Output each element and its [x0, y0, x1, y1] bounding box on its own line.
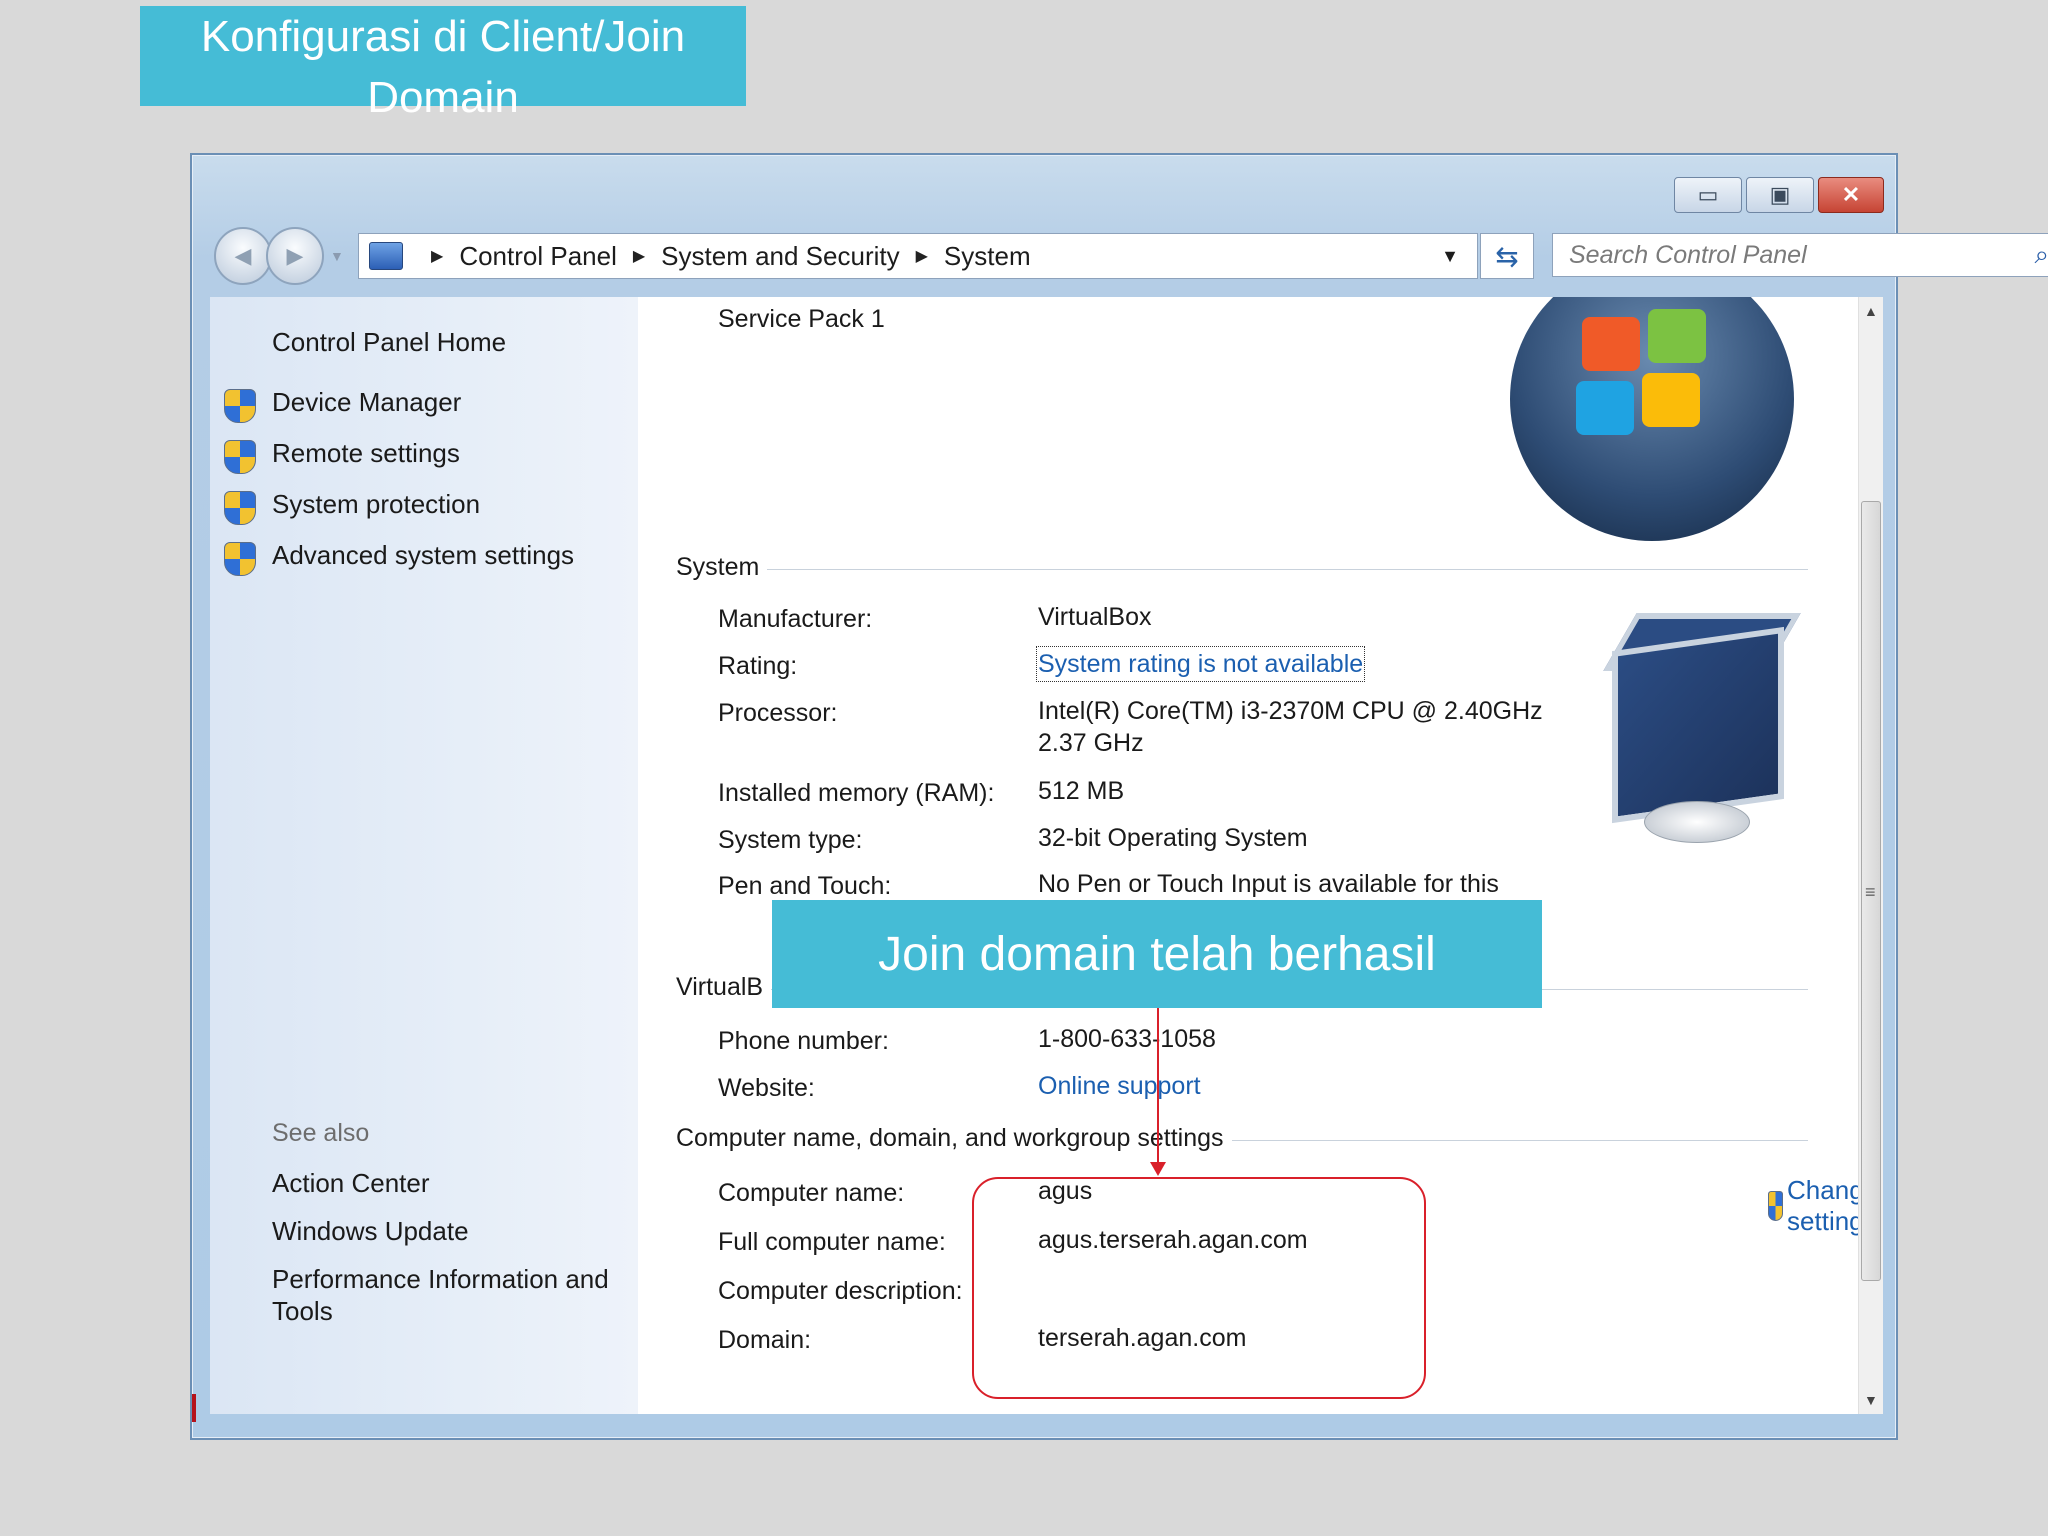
recent-pages-dropdown-icon[interactable]: ▼ — [330, 248, 344, 264]
manufacturer-value: VirtualBox — [1038, 603, 1152, 631]
windows-flag-blue — [1576, 381, 1634, 435]
processor-value-line2: 2.37 GHz — [1038, 729, 1144, 757]
address-dropdown-icon[interactable]: ▼ — [1441, 246, 1459, 267]
slide-title-line1: Konfigurasi di Client/Join — [200, 12, 686, 61]
online-support-link[interactable]: Online support — [1038, 1070, 1201, 1102]
search-icon[interactable]: ⌕ — [2034, 239, 2048, 271]
refresh-button[interactable]: ⇆ — [1480, 233, 1534, 279]
manufacturer-label: Manufacturer: — [718, 605, 873, 633]
shield-icon — [224, 542, 256, 576]
maximize-button[interactable]: ▣ — [1746, 177, 1814, 213]
processor-label: Processor: — [718, 699, 838, 727]
service-pack-text: Service Pack 1 — [718, 305, 885, 333]
control-panel-icon — [369, 242, 403, 270]
caption-buttons: ▭ ▣ ✕ — [1674, 177, 1884, 213]
website-label: Website: — [718, 1074, 815, 1102]
shield-icon — [224, 491, 256, 525]
full-computer-name-label: Full computer name: — [718, 1228, 946, 1256]
breadcrumb-system-and-security[interactable]: System and Security — [661, 241, 899, 272]
system-section-heading: System — [676, 553, 768, 582]
system-section-divider — [678, 569, 1808, 570]
shield-icon — [1768, 1191, 1784, 1221]
change-settings-label: Change settings — [1787, 1175, 1858, 1236]
breadcrumb-system[interactable]: System — [944, 241, 1031, 272]
shield-icon — [224, 440, 256, 474]
windows-flag-yellow — [1642, 373, 1700, 427]
sidebar-item-remote-settings[interactable]: Remote settings — [272, 438, 460, 469]
sidebar-item-device-manager[interactable]: Device Manager — [272, 387, 461, 418]
scroll-down-icon[interactable]: ▼ — [1864, 1392, 1878, 1408]
breadcrumb-separator-icon[interactable]: ▶ — [916, 246, 928, 266]
vertical-scrollbar[interactable]: ▲ ≡ ▼ — [1858, 297, 1883, 1414]
change-settings-link[interactable]: Change settings — [1768, 1175, 1858, 1237]
processor-value-line1: Intel(R) Core(TM) i3-2370M CPU @ 2.40GHz — [1038, 697, 1543, 725]
breadcrumb-separator-icon[interactable]: ▶ — [633, 246, 645, 266]
virtualbox-cube — [1612, 626, 1784, 824]
breadcrumb-control-panel[interactable]: Control Panel — [459, 241, 617, 272]
address-bar[interactable]: ▶ Control Panel ▶ System and Security ▶ … — [358, 233, 1478, 279]
search-input[interactable]: Search Control Panel ⌕ — [1552, 233, 2048, 277]
system-type-value: 32-bit Operating System — [1038, 824, 1308, 852]
shield-icon — [224, 389, 256, 423]
sidebar-item-action-center[interactable]: Action Center — [272, 1167, 632, 1199]
domain-label: Domain: — [718, 1326, 812, 1354]
system-type-label: System type: — [718, 826, 863, 854]
ram-value: 512 MB — [1038, 777, 1125, 805]
back-button[interactable]: ◀ — [214, 227, 272, 285]
rating-label: Rating: — [718, 652, 798, 680]
callout-arrow-head — [1150, 1162, 1166, 1176]
forward-arrow-icon: ▶ — [286, 243, 304, 268]
minimize-button[interactable]: ▭ — [1674, 177, 1742, 213]
slide-title-line2: Domain — [367, 73, 519, 122]
sidebar-item-performance-information[interactable]: Performance Information and Tools — [272, 1263, 632, 1327]
scroll-up-icon[interactable]: ▲ — [1864, 303, 1878, 319]
computer-section-heading: Computer name, domain, and workgroup set… — [676, 1124, 1232, 1153]
sidebar-item-control-panel-home[interactable]: Control Panel Home — [272, 327, 506, 358]
navigation-buttons: ◀ ▶ ▼ — [214, 227, 344, 285]
pen-touch-label: Pen and Touch: — [718, 872, 892, 900]
sidebar-item-windows-update[interactable]: Windows Update — [272, 1215, 632, 1247]
callout-banner: Join domain telah berhasil — [772, 900, 1542, 1008]
phone-label: Phone number: — [718, 1027, 889, 1055]
breadcrumb-separator-icon[interactable]: ▶ — [431, 246, 443, 266]
domain-highlight-box — [972, 1177, 1426, 1399]
system-rating-link[interactable]: System rating is not available — [1035, 646, 1366, 682]
ram-label: Installed memory (RAM): — [718, 779, 995, 807]
sidebar: Control Panel Home Device Manager Remote… — [210, 297, 638, 1414]
scrollbar-grip-icon: ≡ — [1865, 882, 1876, 902]
slide-title: Konfigurasi di Client/Join Domain — [140, 6, 746, 122]
virtualbox-stand — [1644, 801, 1750, 843]
windows-logo — [1510, 297, 1794, 541]
back-arrow-icon: ◀ — [234, 243, 252, 268]
support-section-heading: VirtualB — [676, 973, 772, 1002]
search-placeholder: Search Control Panel — [1569, 240, 1807, 269]
windows-flag-green — [1648, 309, 1706, 363]
sidebar-item-system-protection[interactable]: System protection — [272, 489, 480, 520]
pen-touch-value: No Pen or Touch Input is available for t… — [1038, 870, 1499, 898]
sidebar-item-advanced-system-settings[interactable]: Advanced system settings — [272, 540, 574, 571]
virtualbox-logo — [1598, 613, 1801, 845]
windows-flag-red — [1582, 317, 1640, 371]
forward-button[interactable]: ▶ — [266, 227, 324, 285]
callout-arrow-line — [1157, 1006, 1159, 1168]
phone-value: 1-800-633-1058 — [1038, 1025, 1216, 1053]
close-button[interactable]: ✕ — [1818, 177, 1884, 213]
red-fragment — [192, 1394, 196, 1422]
see-also-heading: See also — [272, 1119, 370, 1147]
computer-description-label: Computer description: — [718, 1277, 963, 1305]
computer-name-label: Computer name: — [718, 1179, 905, 1207]
refresh-icon: ⇆ — [1495, 240, 1519, 272]
